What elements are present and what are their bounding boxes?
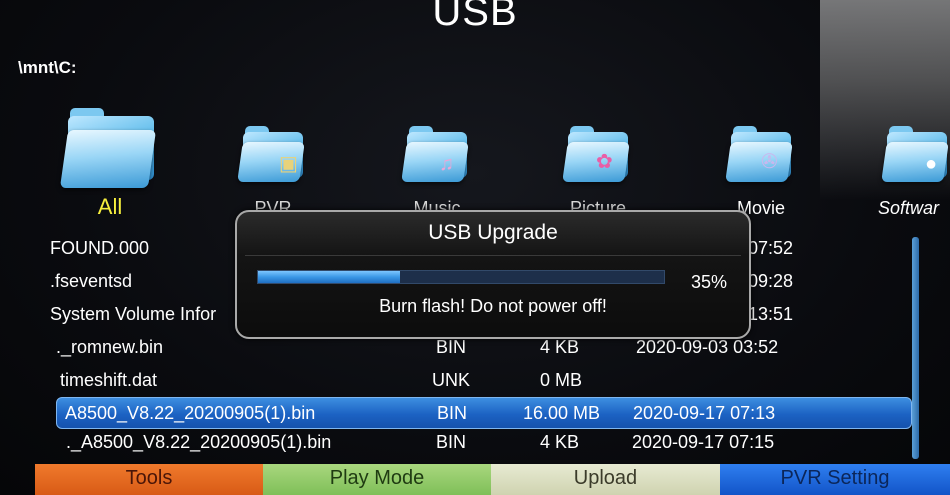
folder-icon (59, 100, 160, 190)
file-list-scrollbar[interactable] (912, 237, 919, 459)
file-date: 07:52 (748, 238, 794, 258)
file-type: BIN (437, 403, 468, 423)
pvr-folder-icon: ▣ (237, 120, 309, 184)
file-name: FOUND.000 (50, 238, 150, 258)
page-title: USB (432, 0, 518, 34)
picture-folder-icon: ✿ (562, 120, 634, 184)
file-type: UNK (432, 370, 471, 390)
category-picture[interactable]: ✿ Picture (553, 120, 643, 220)
category-pvr[interactable]: ▣ PVR (228, 120, 318, 220)
category-music[interactable]: ♫ Music (392, 120, 482, 220)
file-size: 4 KB (540, 432, 580, 452)
upload-button[interactable]: Upload (491, 464, 720, 495)
usb-upgrade-dialog: USB Upgrade 35% Burn flash! Do not power… (235, 210, 751, 339)
bottom-function-bar: Tools Play Mode Upload PVR Setting (0, 464, 950, 495)
dialog-divider (245, 255, 741, 256)
file-date: 13:51 (748, 304, 794, 324)
music-folder-icon: ♫ (401, 120, 473, 184)
file-name: System Volume Infor (50, 304, 217, 324)
file-type: BIN (436, 337, 467, 357)
tools-button[interactable]: Tools (35, 464, 263, 495)
pvr-setting-button[interactable]: PVR Setting (720, 464, 950, 495)
file-date: 2020-09-17 07:13 (633, 403, 776, 423)
file-row-selected[interactable]: A8500_V8.22_20200905(1).bin BIN 16.00 MB… (56, 397, 912, 429)
file-type: BIN (436, 432, 467, 452)
software-folder-icon: ● (881, 120, 950, 184)
file-size: 0 MB (540, 370, 583, 390)
category-all[interactable]: All (50, 100, 170, 220)
upgrade-progress-bar (257, 270, 665, 284)
scrollbar-thumb[interactable] (912, 237, 919, 459)
category-movie[interactable]: ✇ Movie (716, 120, 806, 220)
upgrade-progress-fill (258, 271, 401, 283)
file-name: .fseventsd (50, 271, 133, 291)
category-software[interactable]: ● Softwar (872, 120, 950, 220)
file-date: 09:28 (748, 271, 794, 291)
file-name: ._romnew.bin (56, 337, 164, 357)
file-name: timeshift.dat (60, 370, 158, 390)
category-label: Softwar (878, 198, 940, 218)
dialog-title: USB Upgrade (428, 221, 558, 244)
file-size: 4 KB (540, 337, 580, 357)
file-date: 2020-09-17 07:15 (632, 432, 775, 452)
dialog-warning-message: Burn flash! Do not power off! (379, 296, 607, 316)
file-row[interactable]: ._A8500_V8.22_20200905(1).bin BIN 4 KB 2… (46, 427, 906, 457)
category-label: All (97, 194, 123, 219)
current-path: \mnt\C: (18, 58, 77, 77)
file-name: A8500_V8.22_20200905(1).bin (65, 403, 316, 423)
file-name: ._A8500_V8.22_20200905(1).bin (66, 432, 332, 452)
file-date: 2020-09-03 03:52 (636, 337, 779, 357)
play-mode-button[interactable]: Play Mode (263, 464, 491, 495)
file-row[interactable]: timeshift.dat UNK 0 MB (46, 365, 906, 395)
file-size: 16.00 MB (523, 403, 601, 423)
progress-percent: 35% (691, 272, 728, 292)
movie-folder-icon: ✇ (725, 120, 797, 184)
tv-screen: USB \mnt\C: All ▣ PVR ♫ Music ✿ Picture … (0, 0, 950, 495)
